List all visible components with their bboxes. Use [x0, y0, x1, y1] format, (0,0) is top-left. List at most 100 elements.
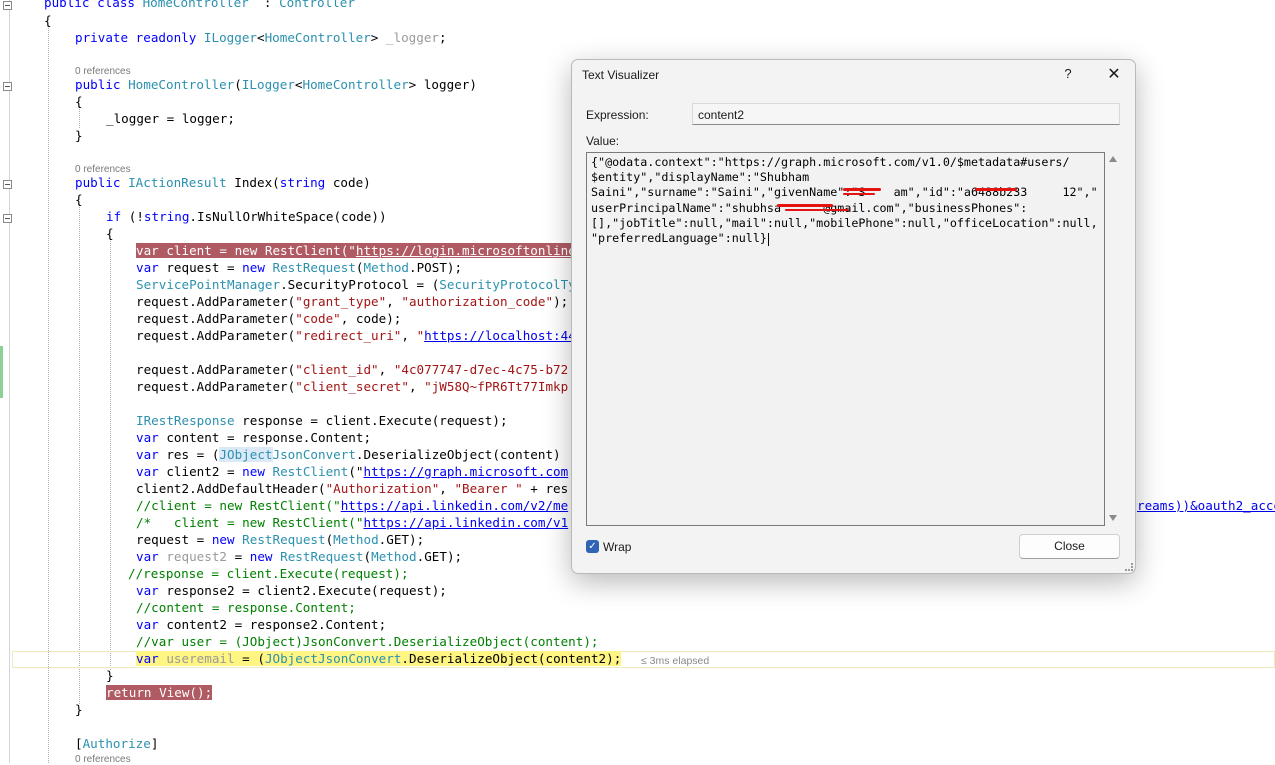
code-token: ); [553, 294, 569, 309]
code-line[interactable]: public HomeController(ILogger<HomeContro… [75, 76, 477, 93]
code-line[interactable]: _logger = logger; [106, 110, 235, 127]
references-codelens[interactable]: 0 references [75, 754, 131, 765]
code-line[interactable]: { [106, 225, 114, 242]
code-line[interactable]: request = new RestRequest(Method.GET); [136, 531, 424, 548]
code-line[interactable]: [Authorize] [75, 735, 158, 752]
code-token: .DeserializeObject(content2); [401, 651, 622, 666]
code-token: response = client.Execute(request); [234, 413, 508, 428]
code-line[interactable]: public IActionResult Index(string code) [75, 174, 371, 191]
code-line[interactable]: var client2 = new RestClient("https://gr… [136, 463, 568, 480]
redaction-mark [785, 209, 849, 211]
code-line[interactable]: if (!string.IsNullOrWhiteSpace(code)) [106, 208, 387, 225]
code-token: request.AddParameter( [136, 328, 296, 343]
code-line[interactable]: } [75, 127, 83, 144]
code-token: public [75, 77, 129, 92]
code-line[interactable]: private readonly ILogger<HomeController>… [75, 29, 447, 46]
code-line[interactable]: var useremail = (JObjectJsonConvert.Dese… [136, 650, 622, 667]
code-line[interactable]: var response2 = client2.Execute(request)… [136, 582, 447, 599]
resize-grip-icon[interactable] [1125, 563, 1133, 571]
close-button[interactable]: Close [1019, 534, 1120, 559]
code-token: ] [150, 736, 159, 751]
code-line[interactable]: request.AddParameter("client_secret", "j… [136, 378, 568, 395]
code-line[interactable]: client2.AddDefaultHeader("Authorization"… [136, 480, 568, 497]
fold-toggle-icon[interactable] [3, 1, 12, 10]
close-icon[interactable]: ✕ [1104, 65, 1124, 85]
code-line[interactable]: //content = response.Content; [136, 599, 356, 616]
code-line[interactable]: /* client = new RestClient("https://api.… [136, 514, 568, 531]
code-line[interactable]: request.AddParameter("redirect_uri", "ht… [136, 327, 576, 344]
code-line[interactable]: { [75, 93, 83, 110]
wrap-label: Wrap [603, 540, 632, 554]
code-token: request.AddParameter( [136, 294, 296, 309]
code-line[interactable]: var request2 = new RestRequest(Method.GE… [136, 548, 462, 565]
code-line[interactable]: //client = new RestClient("https://api.l… [136, 497, 568, 514]
indent-guide [110, 238, 111, 670]
code-token: , [386, 294, 402, 309]
code-line[interactable]: //response = client.Execute(request); [128, 565, 409, 582]
code-token: , code); [340, 311, 402, 326]
code-token: = ( [234, 651, 265, 666]
code-line[interactable]: var content2 = response2.Content; [136, 616, 386, 633]
expression-field[interactable]: content2 [692, 103, 1120, 125]
code-token: } [75, 128, 83, 143]
code-line[interactable]: ServicePointManager.SecurityProtocol = (… [136, 276, 576, 293]
text-caret [768, 233, 769, 246]
code-token: HomeController [142, 0, 249, 10]
code-line[interactable]: request.AddParameter("code", code); [136, 310, 401, 327]
expression-label: Expression: [586, 108, 649, 122]
code-line[interactable]: } [75, 701, 83, 718]
code-token: "Authorization" [325, 481, 440, 496]
code-token: Method [371, 549, 417, 564]
code-line[interactable]: var request = new RestRequest(Method.POS… [136, 259, 462, 276]
code-token: RestRequest [242, 532, 326, 547]
code-token: https://localhost:44 [424, 328, 576, 343]
code-line[interactable]: return View(); [106, 684, 213, 701]
code-token: , [378, 362, 394, 377]
code-line[interactable]: request.AddParameter("grant_type", "auth… [136, 293, 568, 310]
code-token: request.AddParameter( [136, 311, 296, 326]
code-line[interactable]: public class HomeController : Controller [44, 0, 355, 11]
code-line[interactable]: var client = new RestClient("https://log… [136, 242, 576, 259]
code-token: .SecurityProtocol = ( [280, 277, 440, 292]
code-line[interactable]: IRestResponse response = client.Execute(… [136, 412, 508, 429]
code-token: > logger) [408, 77, 477, 92]
fold-toggle-icon[interactable] [3, 82, 12, 91]
code-token: RestClient [272, 464, 349, 479]
code-line[interactable]: } [106, 667, 114, 684]
scroll-up-icon[interactable] [1109, 156, 1117, 162]
code-line[interactable]: //var user = (JObject)JsonConvert.Deseri… [136, 633, 599, 650]
references-codelens[interactable]: 0 references [75, 66, 131, 77]
value-textarea[interactable]: {"@odata.context":"https://graph.microso… [586, 152, 1105, 526]
code-token: public class [44, 0, 143, 10]
code-token: request2 [166, 549, 228, 564]
scroll-down-icon[interactable] [1109, 515, 1117, 521]
code-token: var [136, 447, 159, 462]
help-button[interactable]: ? [1059, 66, 1077, 81]
code-line[interactable]: var res = (JObjectJsonConvert.Deserializ… [136, 446, 561, 463]
code-token: ILogger [241, 77, 295, 92]
code-token: .GET); [416, 549, 463, 564]
wrap-checkbox[interactable]: ✓ [586, 540, 599, 553]
code-token: public [75, 175, 129, 190]
code-token: Controller [279, 0, 355, 10]
code-token: ; [438, 30, 447, 45]
redaction-mark [777, 204, 833, 207]
code-token: Authorize [82, 736, 151, 751]
fold-toggle-icon[interactable] [3, 214, 12, 223]
code-line[interactable]: var content = response.Content; [136, 429, 371, 446]
code-line[interactable]: { [75, 191, 83, 208]
code-line[interactable]: request.AddParameter("client_id", "4c077… [136, 361, 568, 378]
code-token: //response = client.Execute(request); [128, 566, 409, 581]
code-token: res = ( [158, 447, 220, 462]
code-token: JsonConvert [318, 651, 402, 666]
code-token: { [44, 13, 52, 28]
code-token: > [370, 30, 386, 45]
code-overflow-url[interactable]: reams))&oauth2_acce [1137, 497, 1275, 514]
indent-guide [79, 204, 80, 704]
references-codelens[interactable]: 0 references [75, 164, 131, 175]
code-token: https://api.linkedin.com/v2/me [340, 498, 569, 513]
code-line[interactable]: { [44, 12, 52, 29]
code-token: , [439, 481, 455, 496]
fold-toggle-icon[interactable] [3, 180, 12, 189]
code-token: Index( [226, 175, 280, 190]
